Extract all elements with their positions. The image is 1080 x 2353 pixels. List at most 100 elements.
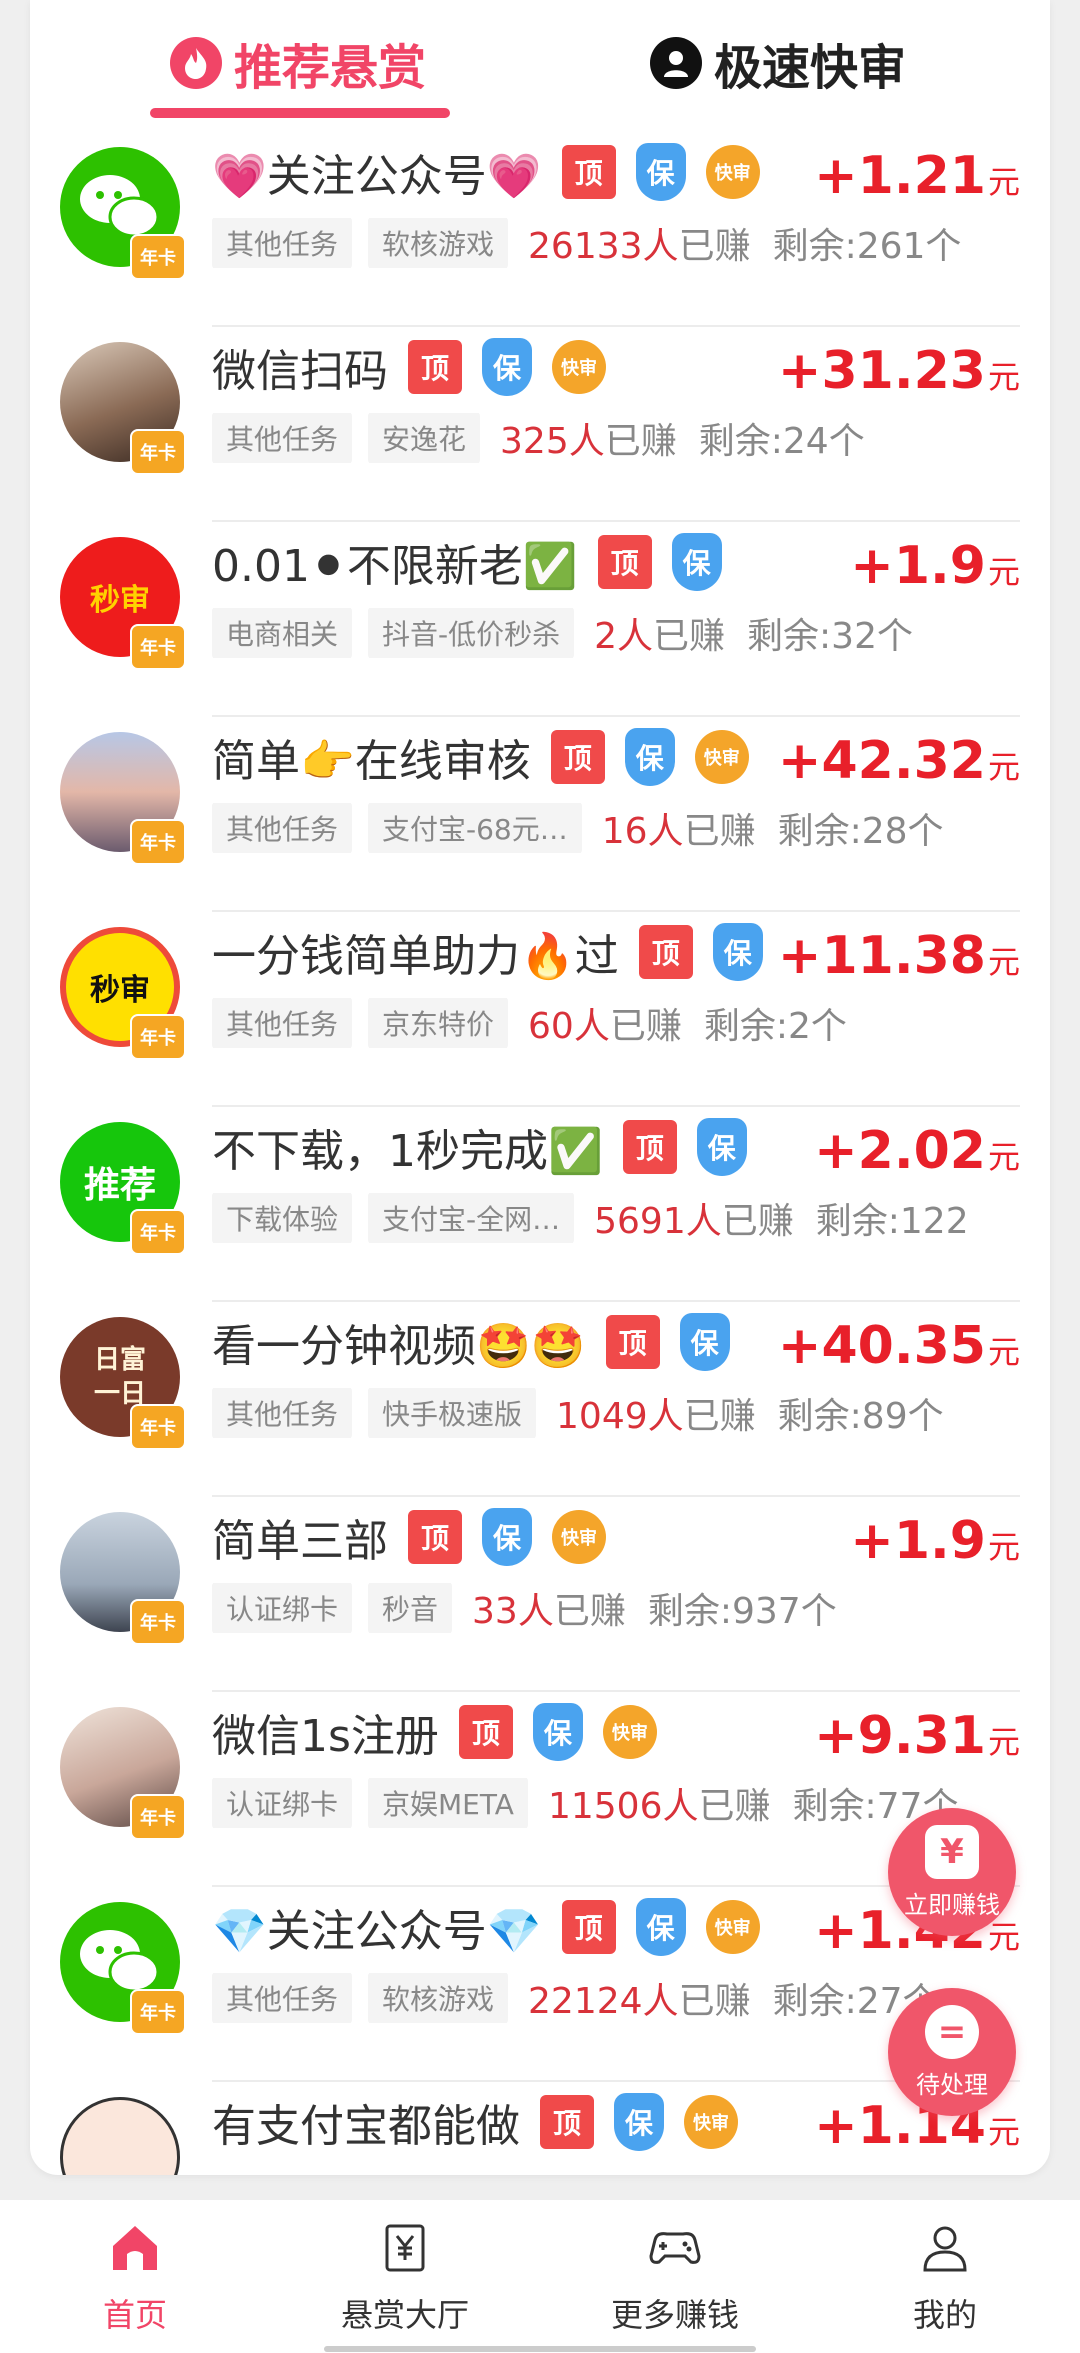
remaining-count: 剩余:24个 xyxy=(698,421,865,462)
task-category-tag: 电商相关 xyxy=(212,608,353,658)
reward-amount: +31.23 元 xyxy=(777,341,1020,401)
avatar-text: 日富一日 xyxy=(93,1345,146,1409)
annual-card-badge: 年卡 xyxy=(130,1989,186,2035)
nav-reward-hall[interactable]: 悬赏大厅 xyxy=(305,2220,505,2336)
task-row[interactable]: 年卡 简单三部 顶 保 快审 +1.9 元 认证绑卡 秒音 33人已赚 剩余:93… xyxy=(30,1497,1050,1692)
earned-count: 16人已赚 xyxy=(601,811,756,852)
top-badge: 顶 xyxy=(561,145,616,199)
task-row[interactable]: 推荐 年卡 不下载，1秒完成✅ 顶 保 +2.02 元 下载体验 支付宝-全网… … xyxy=(30,1107,1050,1302)
nav-profile[interactable]: 我的 xyxy=(845,2220,1045,2336)
annual-card-badge: 年卡 xyxy=(130,1209,186,1255)
task-row[interactable]: 秒审 年卡 0.01⚫不限新老✅ 顶 保 +1.9 元 电商相关 抖音-低价秒杀 … xyxy=(30,522,1050,717)
task-title: 看一分钟视频🤩🤩 xyxy=(212,1321,586,1372)
remaining-count: 剩余:32个 xyxy=(747,616,913,657)
fast-review-badge: 快审 xyxy=(705,145,760,199)
reward-amount: +1.9 元 xyxy=(850,536,1020,596)
guarantee-shield-icon: 保 xyxy=(482,1508,532,1566)
top-badge: 顶 xyxy=(408,340,462,394)
top-badge: 顶 xyxy=(597,535,652,589)
flame-icon xyxy=(170,37,222,89)
nav-label: 我的 xyxy=(912,2296,977,2334)
earned-count: 1049人已赚 xyxy=(556,1396,756,1437)
earn-now-label: 立即赚钱 xyxy=(904,1890,1000,1919)
earned-count: 11506人已赚 xyxy=(547,1786,771,1827)
reward-amount: +40.35 元 xyxy=(777,1316,1020,1376)
annual-card-badge: 年卡 xyxy=(130,1014,186,1060)
fast-review-badge: 快审 xyxy=(694,730,749,784)
task-title: 不下载，1秒完成✅ xyxy=(212,1126,603,1177)
task-category-tag: 其他任务 xyxy=(212,998,353,1048)
task-category-tag: 其他任务 xyxy=(212,218,353,268)
earned-count: 5691人已赚 xyxy=(594,1201,794,1242)
task-platform-tag: 软核游戏 xyxy=(368,218,509,268)
task-row[interactable]: 有支付宝都能做 顶 保 快审 +1.14 元 xyxy=(30,2082,1050,2175)
fast-review-badge: 快审 xyxy=(552,340,606,394)
reward-hall-icon xyxy=(377,2220,433,2276)
yen-icon: ¥ xyxy=(925,1824,979,1879)
task-row[interactable]: 秒审 年卡 一分钱简单助力🔥过 顶 保 +11.38 元 其他任务 京东特价 60… xyxy=(30,912,1050,1107)
remaining-count: 剩余:89个 xyxy=(777,1396,944,1437)
task-platform-tag: 京东特价 xyxy=(368,998,509,1048)
top-badge: 顶 xyxy=(622,1120,677,1174)
task-category-tag: 其他任务 xyxy=(212,803,353,853)
avatar-text: 秒审 xyxy=(90,973,150,1008)
top-badge: 顶 xyxy=(638,925,693,979)
fast-review-badge: 快审 xyxy=(602,1705,657,1759)
task-title: 微信扫码 xyxy=(212,346,388,397)
task-platform-tag: 软核游戏 xyxy=(368,1973,509,2023)
task-platform-tag: 支付宝-全网… xyxy=(368,1193,575,1243)
tab-label: 推荐悬赏 xyxy=(234,40,427,96)
guarantee-shield-icon: 保 xyxy=(696,1118,747,1176)
guarantee-shield-icon: 保 xyxy=(532,1703,583,1761)
task-title: 有支付宝都能做 xyxy=(212,2101,520,2152)
tab-bar: 推荐悬赏 极速快审 xyxy=(30,20,1050,120)
nav-more-earn[interactable]: 更多赚钱 xyxy=(575,2220,775,2336)
top-badge: 顶 xyxy=(540,2095,594,2149)
fast-review-badge: 快审 xyxy=(684,2095,738,2149)
task-title: 简单👉在线审核 xyxy=(212,736,531,787)
earn-now-button[interactable]: ¥ 立即赚钱 xyxy=(888,1808,1016,1936)
task-category-tag: 其他任务 xyxy=(212,1973,353,2023)
annual-card-badge: 年卡 xyxy=(130,429,186,475)
nav-label: 首页 xyxy=(102,2296,167,2334)
pending-button[interactable]: = 待处理 xyxy=(888,1988,1016,2116)
annual-card-badge: 年卡 xyxy=(130,234,186,280)
task-category-tag: 下载体验 xyxy=(212,1193,353,1243)
top-badge: 顶 xyxy=(458,1705,513,1759)
avatar-text: 秒审 xyxy=(90,583,150,618)
remaining-count: 剩余:2个 xyxy=(703,1006,847,1047)
reward-amount: +1.21 元 xyxy=(814,146,1020,206)
task-row[interactable]: 年卡 💗关注公众号💗 顶 保 快审 +1.21 元 其他任务 软核游戏 26133… xyxy=(30,132,1050,327)
fast-review-badge: 快审 xyxy=(552,1510,606,1564)
avatar xyxy=(60,2097,180,2175)
fast-review-badge: 快审 xyxy=(705,1900,760,1954)
avatar-text: 推荐 xyxy=(83,1165,156,1206)
reward-amount: +2.02 元 xyxy=(814,1121,1020,1181)
remaining-count: 剩余:937个 xyxy=(647,1591,837,1632)
guarantee-shield-icon: 保 xyxy=(482,338,532,396)
task-title: 一分钱简单助力🔥过 xyxy=(212,931,619,982)
task-row[interactable]: 日富一日 年卡 看一分钟视频🤩🤩 顶 保 +40.35 元 其他任务 快手极速版 … xyxy=(30,1302,1050,1497)
tab-recommended-rewards[interactable]: 推荐悬赏 xyxy=(170,28,426,98)
chat-icon: = xyxy=(925,2004,979,2059)
top-badge: 顶 xyxy=(408,1510,462,1564)
nav-home[interactable]: 首页 xyxy=(35,2220,235,2336)
task-title: 💎关注公众号💎 xyxy=(212,1906,542,1957)
task-platform-tag: 快手极速版 xyxy=(368,1388,537,1438)
top-badge: 顶 xyxy=(550,730,605,784)
annual-card-badge: 年卡 xyxy=(130,819,186,865)
task-row[interactable]: 年卡 简单👉在线审核 顶 保 快审 +42.32 元 其他任务 支付宝-68元… … xyxy=(30,717,1050,912)
annual-card-badge: 年卡 xyxy=(130,1404,186,1450)
gamepad-icon xyxy=(647,2220,703,2276)
guarantee-shield-icon: 保 xyxy=(635,1898,686,1956)
guarantee-shield-icon: 保 xyxy=(614,2093,664,2151)
guarantee-shield-icon: 保 xyxy=(624,728,675,786)
reward-amount: +1.9 元 xyxy=(850,1511,1020,1571)
task-title: 💗关注公众号💗 xyxy=(212,151,542,202)
task-row[interactable]: 年卡 微信扫码 顶 保 快审 +31.23 元 其他任务 安逸花 325人已赚 剩… xyxy=(30,327,1050,522)
task-title: 微信1s注册 xyxy=(212,1711,439,1762)
task-category-tag: 其他任务 xyxy=(212,1388,353,1438)
task-category-tag: 其他任务 xyxy=(212,413,353,463)
task-platform-tag: 支付宝-68元… xyxy=(368,803,582,853)
tab-fast-review[interactable]: 极速快审 xyxy=(650,28,906,98)
